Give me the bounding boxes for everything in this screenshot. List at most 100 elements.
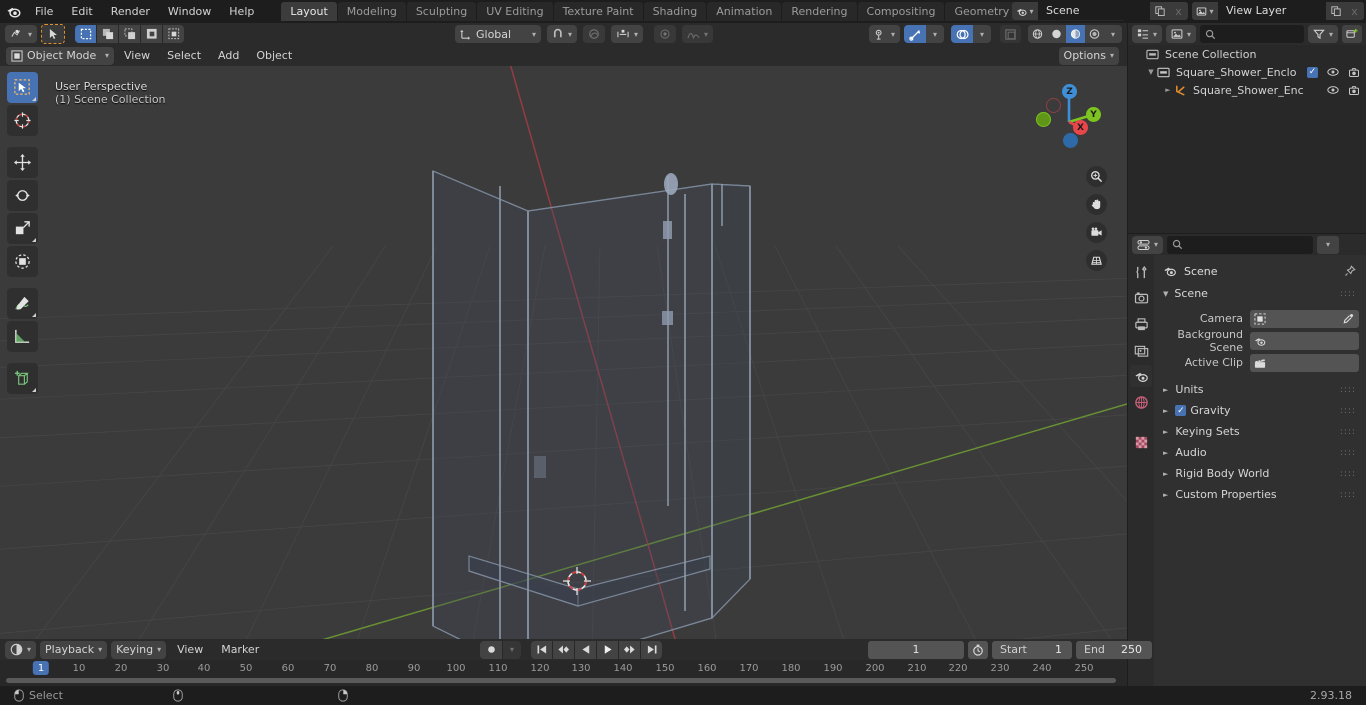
select-intersect-icon[interactable] [163,25,185,43]
properties-editor[interactable]: ▾ ▾ Scene ▼ Scene:::: Camera Background… [1128,234,1366,686]
expand-triangle[interactable]: ► [1163,407,1168,415]
ortho-persp-grid-icon[interactable] [1086,250,1107,271]
menu-help[interactable]: Help [220,3,263,20]
timeline-playhead[interactable]: 1 [32,661,50,675]
gizmo-axis-z[interactable]: Z [1062,84,1077,99]
play-icon[interactable] [597,640,618,659]
shading-solid-icon[interactable] [1047,25,1066,43]
current-frame-field[interactable]: 1 [868,640,964,659]
properties-search-input[interactable] [1167,235,1314,254]
menu-render[interactable]: Render [102,3,159,20]
cursor-select-icon[interactable] [41,24,66,44]
select-subtract-icon[interactable] [119,25,141,43]
shading-material-preview-icon[interactable] [1066,25,1085,43]
auto-keying-dropdown[interactable]: ▾ [503,640,521,659]
unlink-scene-icon[interactable]: x [1169,2,1188,20]
menu-window[interactable]: Window [159,3,220,20]
expand-triangle[interactable]: ► [1163,449,1168,457]
falloff-curve-dropdown[interactable]: ▾ [682,25,714,43]
snap-toggle[interactable]: ▾ [547,25,578,43]
properties-tab-output[interactable] [1130,313,1152,335]
tab-uv-editing[interactable]: UV Editing [477,2,553,21]
auto-keying-record-icon[interactable] [480,640,502,659]
timeline-editor-icon[interactable]: ▾ [5,640,37,659]
properties-tab-render[interactable] [1130,287,1152,309]
transform-orientation-dropdown[interactable]: Global ▾ [455,25,541,43]
overlays-icon[interactable] [951,25,973,43]
outliner-search-input[interactable] [1200,25,1304,43]
play-reverse-icon[interactable] [575,640,596,659]
background-scene-field[interactable] [1250,331,1359,350]
mirror-options[interactable]: ▾ [611,25,644,43]
gizmo-axis-x[interactable]: X [1073,120,1088,135]
outliner-display-mode-icon[interactable]: ▾ [1132,25,1163,43]
overlays-dropdown[interactable]: ▾ [973,25,991,43]
start-frame-field[interactable]: Start 1 [992,640,1072,659]
visibility-eye-icon[interactable] [1327,85,1339,95]
active-tool-icon[interactable]: ▾ [5,25,38,43]
next-keyframe-icon[interactable] [619,640,640,659]
outliner-row-scene-collection[interactable]: Scene Collection [1128,45,1366,63]
camera-field[interactable] [1250,309,1359,328]
new-scene-icon[interactable] [1150,2,1169,20]
select-invert-icon[interactable] [141,25,163,43]
expand-triangle[interactable]: ► [1162,86,1174,94]
timeline-playback-dropdown[interactable]: Playback ▾ [40,640,108,659]
expand-triangle[interactable]: ► [1163,386,1168,394]
tool-tweak-select[interactable] [7,72,38,103]
end-frame-field[interactable]: End 250 [1076,640,1152,659]
gizmo-axis-neg-x[interactable] [1046,98,1061,113]
shading-wireframe-icon[interactable] [1028,25,1047,43]
properties-tab-world[interactable] [1130,391,1152,413]
panel-scene-header[interactable]: ▼ Scene :::: [1158,284,1362,303]
zoom-icon[interactable] [1086,166,1107,187]
visibility-eye-icon[interactable] [1327,67,1339,77]
panel-collapse-triangle[interactable]: ▼ [1163,290,1168,298]
show-gizmo-icon[interactable] [904,25,926,43]
expand-triangle[interactable]: ► [1163,491,1168,499]
shading-rendered-icon[interactable] [1085,25,1104,43]
tool-measure[interactable] [7,321,38,352]
tool-transform[interactable] [7,246,38,277]
tab-sculpting[interactable]: Sculpting [406,2,477,21]
menu-file[interactable]: File [26,3,62,20]
tool-scale[interactable] [7,213,38,244]
tool-move[interactable] [7,147,38,178]
outliner-id-type-icon[interactable]: ▾ [1166,25,1197,43]
viewport-menu-object[interactable]: Object [249,47,299,65]
section-gravity[interactable]: ► ✓ Gravity :::: [1158,400,1362,421]
timeline-keying-dropdown[interactable]: Keying ▾ [111,640,167,659]
section-units[interactable]: ► Units :::: [1158,379,1362,400]
section-rigid-body-world[interactable]: ► Rigid Body World :::: [1158,463,1362,484]
section-audio[interactable]: ► Audio :::: [1158,442,1362,463]
tab-modeling[interactable]: Modeling [337,2,406,21]
timeline-scrollbar[interactable] [6,678,1116,683]
outliner-row-collection[interactable]: ▼ Square_Shower_Enclosure_Cl ✓ [1128,63,1366,81]
gizmo-axis-neg-z[interactable] [1063,133,1078,148]
viewport-menu-add[interactable]: Add [211,47,246,65]
tool-annotate[interactable] [7,288,38,319]
eyedropper-icon[interactable] [1343,313,1354,324]
gizmo-axis-neg-y[interactable] [1036,112,1051,127]
tool-cursor[interactable] [7,105,38,136]
tab-animation[interactable]: Animation [707,2,782,21]
collection-checkbox[interactable]: ✓ [1307,66,1318,78]
xray-icon[interactable] [1000,25,1021,43]
properties-tab-texture[interactable] [1130,431,1152,453]
shading-dropdown[interactable]: ▾ [1104,25,1122,43]
pin-icon[interactable] [1344,265,1356,277]
prev-keyframe-icon[interactable] [553,640,574,659]
properties-tab-viewlayer[interactable] [1130,339,1152,361]
section-keying-sets[interactable]: ► Keying Sets :::: [1158,421,1362,442]
active-clip-field[interactable] [1250,353,1359,372]
tab-rendering[interactable]: Rendering [782,2,857,21]
stopwatch-icon[interactable] [968,640,988,659]
3d-viewport[interactable]: User Perspective (1) Scene Collection Z … [0,66,1127,639]
viewport-menu-select[interactable]: Select [160,47,208,65]
tab-shading[interactable]: Shading [643,2,707,21]
show-object-types-dropdown[interactable]: ▾ [868,25,900,43]
viewport-menu-view[interactable]: View [117,47,157,65]
tool-add-cube[interactable] [7,363,38,394]
interaction-mode-dropdown[interactable]: Object Mode ▾ [6,46,114,65]
tab-texture-paint[interactable]: Texture Paint [553,2,643,21]
